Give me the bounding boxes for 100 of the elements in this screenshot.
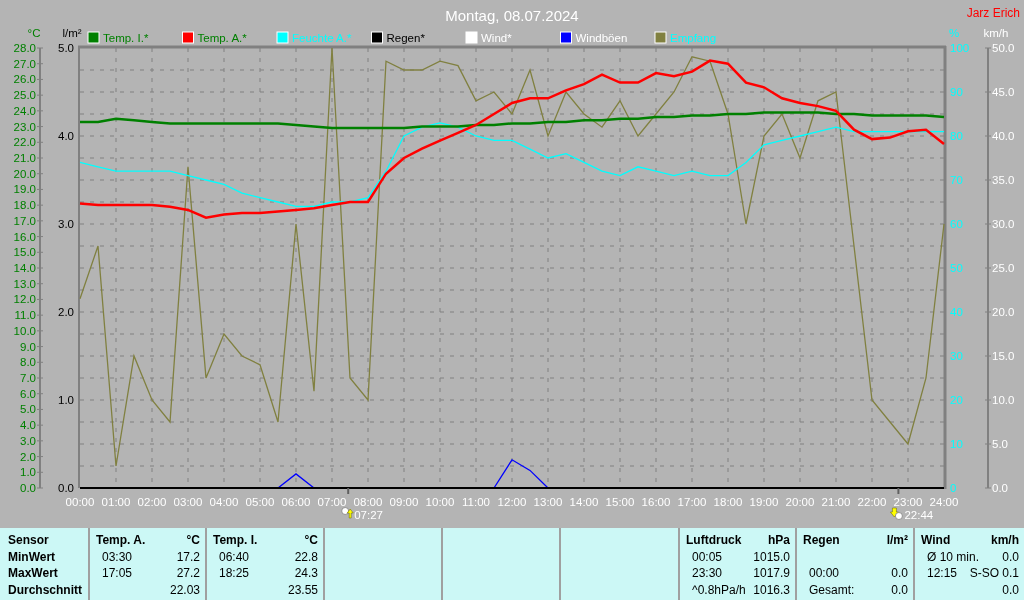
- table-cell: 1017.9: [753, 565, 790, 582]
- axis-tick-label: 6.0: [20, 387, 36, 400]
- x-tick-label: 12:00: [497, 496, 527, 508]
- x-tick-label: 06:00: [281, 496, 311, 508]
- axis-tick-label: 27.0: [13, 57, 36, 70]
- table-cell: 17.2: [176, 548, 200, 565]
- x-tick-label: 21:00: [821, 496, 851, 508]
- table-cell-text: 06:40: [218, 548, 250, 565]
- axis-unit: l/m²: [62, 27, 82, 39]
- axis-tick-label: 35.0: [992, 174, 1015, 186]
- table-cell: 24.3: [294, 565, 318, 582]
- legend-label: Wind*: [481, 32, 512, 44]
- axis-tick-label: 15.0: [13, 246, 36, 259]
- axis-tick-label: 14.0: [13, 262, 36, 274]
- axis-tick-label: 90: [950, 86, 963, 98]
- table-cell: 1016.3: [753, 581, 790, 598]
- table-cell-text: Ø 10 min.: [926, 548, 980, 565]
- x-tick-label: 17:00: [677, 496, 707, 508]
- table-cell-text: 23:30: [691, 565, 723, 582]
- axis-tick-label: 8.0: [20, 356, 36, 369]
- axis-tick-label: 2.0: [20, 450, 36, 463]
- axis-tick-label: 0.0: [992, 482, 1008, 494]
- axis-tick-label: 45.0: [992, 86, 1015, 98]
- axis-tick-label: 26.0: [13, 73, 36, 86]
- x-tick-label: 09:00: [389, 496, 419, 508]
- axis-unit: km/h: [983, 27, 1009, 39]
- table-cell: 0.0: [891, 565, 908, 582]
- axis-tick-label: 16.0: [13, 230, 36, 243]
- axis-tick-label: 30: [950, 350, 963, 362]
- x-tick-label: 18:00: [713, 496, 743, 508]
- x-tick-label: 22:00: [857, 496, 887, 508]
- axis-tick-label: 10.0: [992, 394, 1015, 406]
- table-cell: S-SO 0.1: [969, 565, 1019, 582]
- legend-label: Temp. A.*: [197, 32, 247, 44]
- unit-header: °C: [304, 532, 318, 549]
- axis-tick-label: 60: [950, 218, 963, 230]
- axis-tick-label: 40.0: [992, 130, 1015, 142]
- sun-time-label: 22:44: [904, 509, 934, 521]
- axis-tick-label: 5.0: [992, 438, 1008, 450]
- legend-label: Feuchte A.*: [292, 32, 352, 44]
- table-cell: 23.55: [287, 581, 318, 598]
- column-header: Wind: [921, 532, 951, 549]
- column-header: Luftdruck: [686, 532, 742, 549]
- axis-tick-label: 1.0: [20, 466, 36, 479]
- unit-header: °C: [186, 532, 200, 549]
- axis-tick-label: 19.0: [13, 183, 36, 196]
- axis-tick-label: 5.0: [20, 403, 36, 416]
- column-header: Regen: [803, 532, 840, 549]
- sunset-icon: [890, 507, 903, 520]
- table-cell: 22.03: [169, 581, 200, 598]
- axis-tick-label: 50.0: [992, 42, 1015, 54]
- table-cell-text: 00:00: [808, 565, 840, 582]
- x-tick-label: 14:00: [569, 496, 599, 508]
- x-tick-label: 05:00: [245, 496, 275, 508]
- unit-header: km/h: [991, 532, 1019, 549]
- x-tick-label: 24:00: [929, 496, 959, 508]
- legend-label: Empfang: [670, 32, 717, 44]
- axis-tick-label: 20.0: [992, 306, 1015, 318]
- axis-tick-label: 10.0: [13, 324, 36, 337]
- axis-tick-label: 17.0: [13, 214, 36, 227]
- x-tick-label: 19:00: [749, 496, 779, 508]
- axis-unit: %: [948, 27, 960, 39]
- axis-tick-label: 2.0: [58, 306, 74, 318]
- axis-tick-label: 4.0: [58, 130, 74, 142]
- axis-tick-label: 21.0: [13, 152, 36, 164]
- axis-tick-label: 23.0: [13, 120, 36, 133]
- axis-tick-label: 25.0: [992, 262, 1015, 274]
- column-header: Temp. I.: [213, 532, 258, 549]
- axis-tick-label: 15.0: [992, 350, 1015, 362]
- x-tick-label: 03:00: [173, 496, 203, 508]
- unit-header: hPa: [768, 532, 790, 549]
- x-tick-label: 11:00: [462, 496, 490, 508]
- table-cell: 1015.0: [753, 548, 790, 565]
- axis-tick-label: 80: [950, 130, 963, 142]
- table-cell-text: 00:05: [691, 548, 723, 565]
- axis-unit: °C: [27, 27, 41, 39]
- unit-header: l/m²: [886, 532, 908, 549]
- table-cell-text: 17:05: [101, 565, 133, 582]
- axis-tick-label: 0.0: [58, 482, 74, 494]
- sunrise-icon: [341, 507, 354, 519]
- table-cell: 27.2: [176, 565, 200, 582]
- axis-tick-label: 4.0: [20, 419, 36, 432]
- axis-tick-label: 28.0: [13, 42, 36, 54]
- x-tick-label: 10:00: [425, 496, 455, 508]
- axis-tick-label: 25.0: [13, 89, 36, 102]
- axis-tick-label: 1.0: [58, 394, 74, 406]
- axis-tick-label: 100: [950, 42, 970, 54]
- axis-tick-label: 0: [950, 482, 957, 494]
- axis-tick-label: 70: [950, 174, 963, 186]
- row-label: Sensor: [8, 532, 50, 549]
- axis-tick-label: 3.0: [20, 434, 36, 447]
- table-cell: 0.0: [1002, 581, 1019, 598]
- x-tick-label: 00:00: [65, 496, 95, 508]
- axis-tick-label: 20: [950, 394, 963, 406]
- table-cell: 22.8: [294, 548, 318, 565]
- axis-tick-label: 24.0: [13, 104, 36, 117]
- axis-tick-label: 0.0: [20, 482, 36, 494]
- table-cell: 0.0: [891, 581, 908, 598]
- sun-time-label: 07:27: [354, 509, 383, 521]
- axis-tick-label: 5.0: [58, 42, 74, 54]
